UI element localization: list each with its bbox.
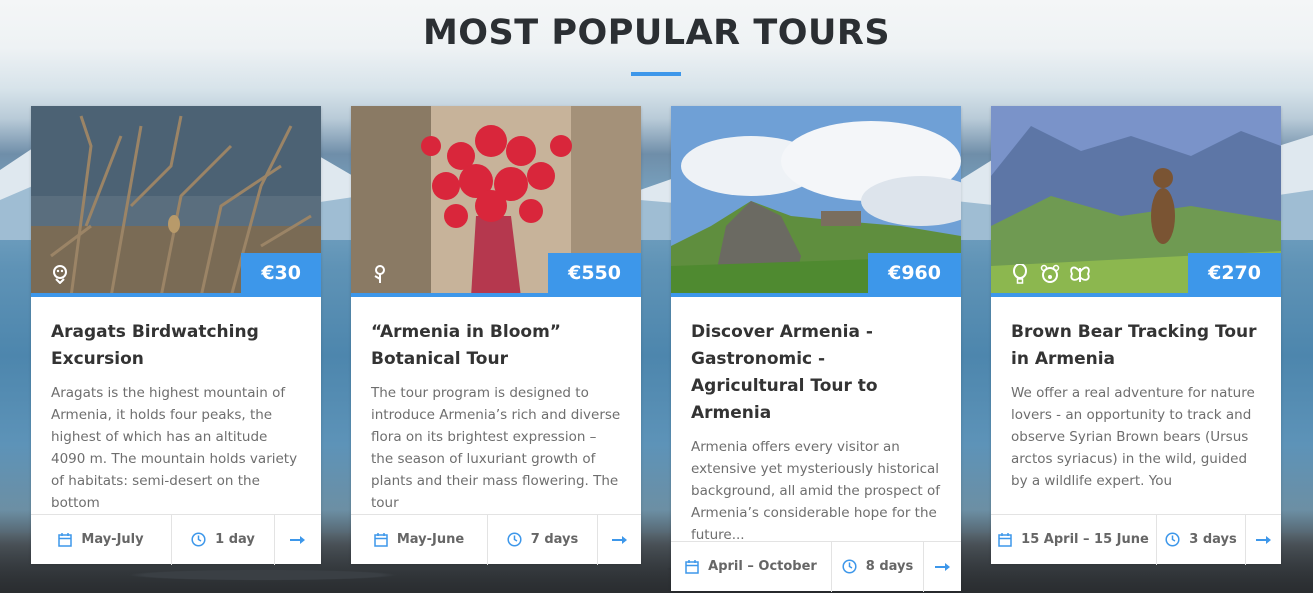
tour-title[interactable]: “Armenia in Bloom” Botanical Tour: [371, 319, 621, 373]
tour-description: The tour program is designed to introduc…: [371, 385, 621, 511]
tour-details-button[interactable]: [924, 542, 961, 592]
tour-details-button[interactable]: [1246, 515, 1281, 565]
price-badge: €960: [868, 253, 961, 293]
dates-label: April – October: [708, 559, 817, 574]
tour-footer: May-June 7 days: [351, 514, 641, 565]
calendar-icon: [998, 532, 1012, 547]
calendar-icon: [58, 532, 73, 547]
section-title: MOST POPULAR TOURS: [422, 13, 891, 53]
tour-duration: 8 days: [832, 541, 924, 592]
dates-label: 15 April – 15 June: [1021, 532, 1149, 547]
tour-dates: May-June: [351, 514, 488, 565]
tour-details-button[interactable]: [275, 515, 321, 565]
price-badge: €550: [548, 253, 641, 293]
price-badge: €30: [241, 253, 321, 293]
tour-dates: 15 April – 15 June: [991, 514, 1157, 565]
duration-label: 3 days: [1189, 532, 1237, 547]
tour-description: Armenia offers every visitor an extensiv…: [691, 439, 940, 543]
tour-title[interactable]: Discover Armenia - Gastronomic - Agricul…: [691, 319, 941, 427]
flower-icon: [369, 263, 391, 285]
clock-icon: [1165, 532, 1180, 547]
tour-description: We offer a real adventure for nature lov…: [1011, 385, 1255, 489]
duration-label: 1 day: [215, 532, 255, 547]
tour-duration: 3 days: [1157, 514, 1246, 565]
dates-label: May-July: [81, 532, 144, 547]
title-underline: [631, 72, 681, 76]
calendar-icon: [374, 532, 388, 547]
tour-description: Aragats is the highest mountain of Armen…: [51, 385, 298, 511]
tour-footer: 15 April – 15 June 3 days: [991, 514, 1281, 565]
calendar-icon: [685, 559, 699, 574]
tour-dates: April – October: [671, 541, 832, 592]
arrow-right-icon: [290, 530, 306, 549]
clock-icon: [842, 559, 857, 574]
tour-duration: 1 day: [172, 514, 275, 565]
tour-title[interactable]: Aragats Birdwatching Excursion: [51, 319, 301, 373]
tour-footer: May-July 1 day: [31, 514, 321, 565]
butterfly-icon: [1069, 263, 1091, 285]
bird-icon: [49, 263, 71, 285]
tour-duration: 7 days: [488, 514, 598, 565]
tour-photo[interactable]: €960: [671, 106, 961, 297]
balloon-icon: [1009, 263, 1031, 285]
duration-label: 7 days: [530, 532, 579, 547]
tour-photo[interactable]: €270: [991, 106, 1281, 297]
arrow-right-icon: [934, 557, 951, 576]
tour-photo[interactable]: €550: [351, 106, 641, 297]
tour-photo[interactable]: €30: [31, 106, 321, 297]
tour-dates: May-July: [31, 514, 172, 565]
tour-card[interactable]: €270 Brown Bear Tracking Tour in Armenia…: [991, 106, 1281, 565]
arrow-right-icon: [1255, 530, 1272, 549]
tour-details-button[interactable]: [598, 515, 641, 565]
tour-card[interactable]: €960 Discover Armenia - Gastronomic - Ag…: [671, 106, 961, 592]
tour-footer: April – October 8 days: [671, 541, 961, 592]
price-badge: €270: [1188, 253, 1281, 293]
dates-label: May-June: [396, 532, 465, 547]
bear-icon: [1039, 263, 1061, 285]
tour-title[interactable]: Brown Bear Tracking Tour in Armenia: [1011, 319, 1261, 373]
tour-card[interactable]: €30 Aragats Birdwatching Excursion Araga…: [31, 106, 321, 565]
clock-icon: [191, 532, 206, 547]
tour-card[interactable]: €550 “Armenia in Bloom” Botanical Tour T…: [351, 106, 641, 565]
duration-label: 8 days: [865, 559, 914, 574]
clock-icon: [507, 532, 522, 547]
arrow-right-icon: [611, 530, 628, 549]
